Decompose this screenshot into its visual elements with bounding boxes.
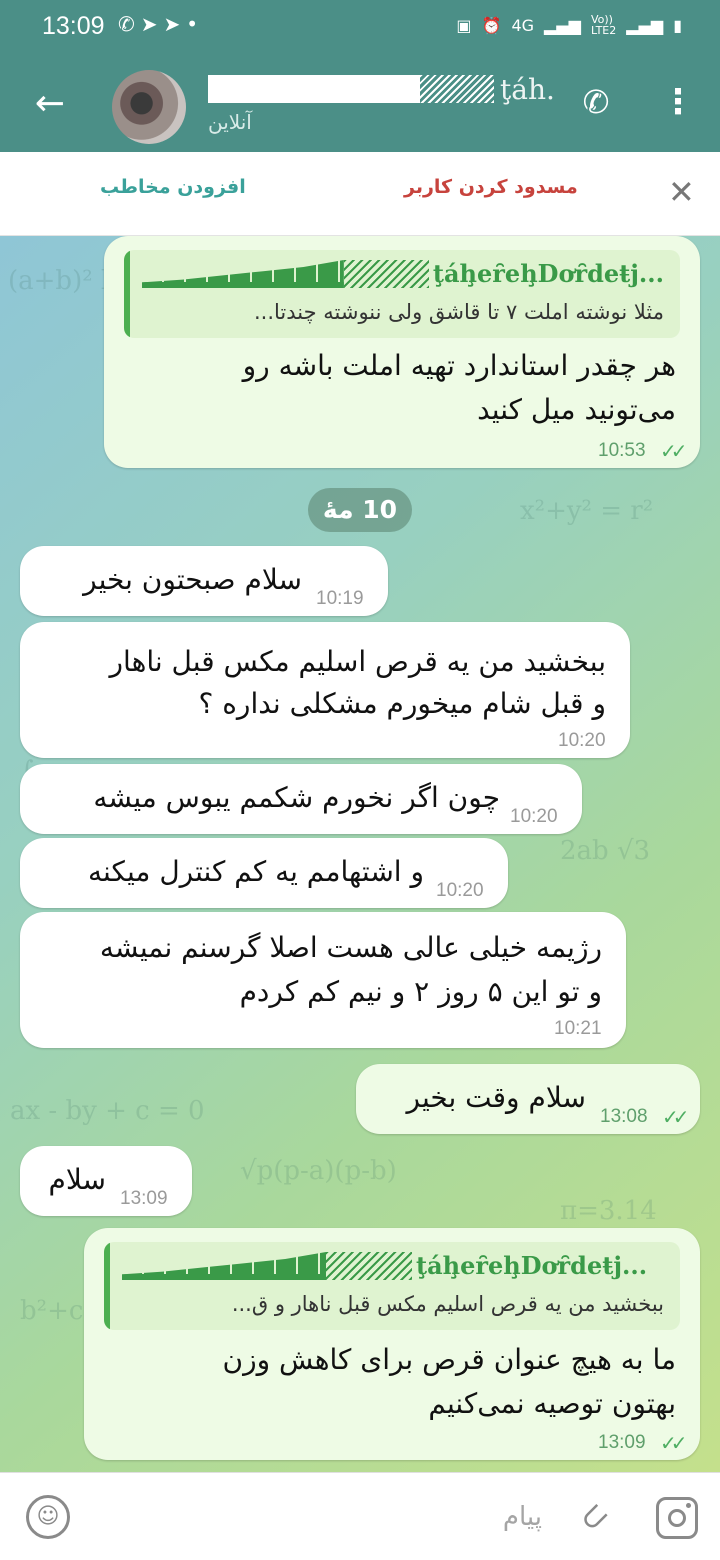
camera-flash-dot [686,1503,691,1508]
battery-icon: ▮ [673,15,682,35]
telegram-icon: ➤ [140,12,164,36]
more-button[interactable]: ⋮ [656,80,700,124]
message-text: هر چقدر استاندارد تهیه املت باشه رو [242,349,676,382]
online-status: آنلاین [208,110,252,134]
message-time: 10:19 [316,588,364,609]
background-doodle: π=3.14 [560,1196,657,1226]
reply-accent-bar [124,250,130,338]
dot-icon: • [186,12,205,36]
background-doodle: b²+c² [20,1296,94,1326]
alarm-icon: ⏰ [481,15,502,35]
status-time: 13:09 [42,12,105,40]
message-time: 13:09 [598,1432,646,1453]
message-text: سلام [48,1163,106,1196]
reply-name-redaction-hatch [326,1252,412,1280]
message-time: 13:08 [600,1106,648,1127]
reply-text: ببخشید من یه قرص اسلیم مکس قبل ناهار و ق… [231,1292,664,1316]
message-bubble-incoming[interactable]: سلام 13:09 [20,1146,192,1216]
chat-header: ← ţáh... آنلاین ✆ ⋮ [0,56,720,152]
message-text: سلام صبحتون بخیر [83,563,302,596]
message-input[interactable] [82,1497,542,1537]
background-doodle: 2ab √3 [560,836,651,866]
reply-accent-bar [104,1242,110,1330]
name-redaction [208,75,420,103]
block-user-button[interactable]: مسدود کردن کاربر [404,176,578,198]
add-contact-button[interactable]: افزودن مخاطب [100,176,246,198]
call-button[interactable]: ✆ [574,80,618,124]
message-time: 10:20 [558,730,606,751]
reply-preview[interactable]: ţáḩeȓeḩDơȓdeŧj... ببخشید من یه قرص اسلیم… [104,1242,680,1330]
message-text: رژیمه خیلی عالی هست اصلا گرسنم نمیشه [99,931,602,964]
system-icons: ▣ ⏰ 4G ▂▄▆ Vo)) LTE2 ▂▄▆ ▮ [456,14,682,36]
message-bubble-outgoing[interactable]: ţáḩeȓeḩDơȓdeŧj... مثلا نوشته املت ۷ تا ق… [104,236,700,468]
chat-title[interactable]: ţáh... [208,72,556,106]
message-bubble-incoming[interactable]: سلام صبحتون بخیر 10:19 [20,546,388,616]
message-time: 10:20 [510,806,558,827]
close-icon[interactable]: ✕ [668,172,695,212]
signal-icon: ▂▄▆ [544,15,581,35]
more-vertical-icon: ⋮ [661,82,695,122]
message-text: و اشتهامم یه کم کنترل میکنه [88,855,424,888]
battery-saver-icon: ▣ [456,15,472,35]
double-check-icon: ✓✓ [660,439,687,463]
status-bar: 13:09 ✆➤➤• ▣ ⏰ 4G ▂▄▆ Vo)) LTE2 ▂▄▆ ▮ [0,0,720,56]
chat-area[interactable]: (a+b)² log₂ x²+y² = r² ∫ cos x 2ab √3 ax… [0,236,720,1472]
date-chip: 10 مهٔ [308,488,412,532]
reply-name-redaction [142,260,344,288]
background-doodle: x²+y² = r² [520,496,654,526]
4g-icon: 4G [511,15,535,35]
message-time: 10:20 [436,880,484,901]
message-time: 10:21 [554,1018,602,1039]
reply-text: مثلا نوشته املت ۷ تا قاشق ولی ننوشته چند… [253,300,664,324]
contact-action-bar: افزودن مخاطب مسدود کردن کاربر ✕ [0,152,720,236]
message-text: بهتون توصیه نمی‌کنیم [428,1387,676,1420]
double-check-icon: ✓✓ [660,1431,687,1455]
reply-author: ţáḩeȓeḩDơȓdeŧj... [122,1250,664,1280]
phone-icon: ✆ [582,83,610,121]
camera-icon [668,1509,686,1527]
notification-icons: ✆➤➤• [118,12,204,36]
smiley-icon: ☺ [36,1504,60,1529]
message-bubble-incoming[interactable]: رژیمه خیلی عالی هست اصلا گرسنم نمیشه و ت… [20,912,626,1048]
reply-name-redaction [122,1252,326,1280]
camera-button[interactable] [656,1497,698,1539]
background-doodle: √p(p-a)(p-b) [240,1156,397,1186]
reply-author: ţáḩeȓeḩDơȓdeŧj... [142,258,664,288]
whatsapp-icon: ✆ [118,12,141,36]
message-text: و تو این ۵ روز ۲ و نیم کم کردم [239,975,602,1008]
message-bubble-incoming[interactable]: و اشتهامم یه کم کنترل میکنه 10:20 [20,838,508,908]
message-bubble-outgoing[interactable]: سلام وقت بخیر 13:08 ✓✓ [356,1064,700,1134]
name-redaction-hatch [420,75,494,103]
message-text: چون اگر نخورم شکمم یبوس میشه [93,781,500,814]
reply-preview[interactable]: ţáḩeȓeḩDơȓdeŧj... مثلا نوشته املت ۷ تا ق… [124,250,680,338]
double-check-icon: ✓✓ [662,1105,689,1129]
message-bubble-outgoing[interactable]: ţáḩeȓeḩDơȓdeŧj... ببخشید من یه قرص اسلیم… [84,1228,700,1460]
avatar[interactable] [112,70,186,144]
background-doodle: ax - by + c = 0 [10,1096,205,1126]
paperclip-icon: ⊂ [569,1492,619,1542]
emoji-button[interactable]: ☺ [26,1495,70,1539]
message-bubble-incoming[interactable]: ببخشید من یه قرص اسلیم مکس قبل ناهار و ق… [20,622,630,758]
message-text: و قبل شام میخورم مشکلی نداره ؟ [198,687,606,720]
back-button[interactable]: ← [28,82,72,126]
message-time: 10:53 [598,440,646,461]
message-text: می‌تونید میل کنید [477,393,676,426]
signal-icon: ▂▄▆ [626,15,664,35]
message-time: 13:09 [120,1188,168,1209]
chat-name-text: ţáh... [500,72,556,106]
message-text: ما به هیچ عنوان قرص برای کاهش وزن [222,1343,676,1376]
volte-icon: Vo)) LTE2 [590,13,617,37]
message-bubble-incoming[interactable]: چون اگر نخورم شکمم یبوس میشه 10:20 [20,764,582,834]
message-text: سلام وقت بخیر [406,1081,586,1114]
attach-button[interactable]: ⊂ [563,1486,625,1548]
message-text: ببخشید من یه قرص اسلیم مکس قبل ناهار [109,645,606,678]
arrow-left-icon: ← [34,83,66,124]
message-input-bar: ☺ ⊂ [0,1472,720,1560]
telegram-icon: ➤ [163,12,187,36]
reply-name-redaction-hatch [343,260,429,288]
